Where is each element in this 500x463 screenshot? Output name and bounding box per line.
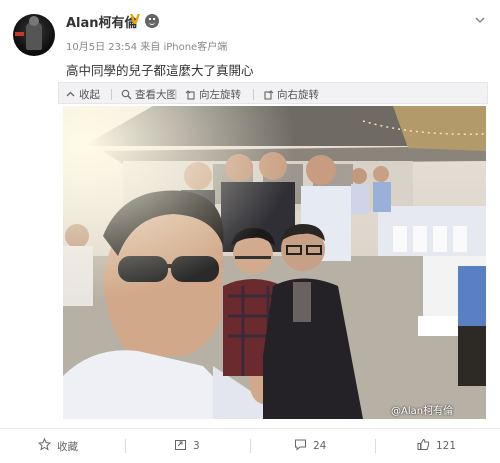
rotate-left-label: 向左旋转 [199, 88, 241, 101]
post-meta: 10月5日 23:54 来自 iPhone客户端 [66, 38, 227, 53]
post-footer: 收藏 3 24 121 [0, 428, 500, 463]
toolbar-divider [111, 88, 112, 100]
rotate-left-icon [185, 89, 196, 100]
footer-divider [250, 439, 251, 453]
weibo-post-card: Alan柯有倫 V 10月5日 23:54 来自 iPhone客户端 高中同學的… [0, 0, 500, 463]
favorite-label: 收藏 [57, 440, 78, 453]
thumbs-up-icon [417, 438, 430, 454]
rotate-right-label: 向右旋转 [277, 88, 319, 101]
rotate-right-button[interactable]: 向右旋转 [263, 86, 319, 102]
collapse-button[interactable]: 收起 [65, 86, 100, 102]
avatar[interactable] [13, 14, 55, 56]
avatar-figure [26, 16, 42, 50]
view-large-button[interactable]: 查看大图 [121, 86, 177, 102]
view-large-label: 查看大图 [135, 88, 177, 101]
post-photo[interactable] [63, 106, 486, 419]
username[interactable]: Alan柯有倫 [66, 12, 138, 31]
image-watermark: @Alan柯有倫 [391, 406, 454, 417]
verified-badge-icon: V [129, 13, 141, 28]
comment-button[interactable]: 24 [294, 438, 326, 454]
rotate-right-icon [263, 89, 274, 100]
collapse-label: 收起 [79, 88, 100, 101]
post-text: 高中同學的兒子都這麼大了真開心 [66, 63, 254, 78]
image-toolbar: 收起 查看大图 向左旋转 向右旋转 [58, 82, 488, 104]
footer-divider [375, 439, 376, 453]
magnifier-icon [121, 89, 132, 100]
comment-icon [294, 438, 307, 454]
like-button[interactable]: 121 [417, 438, 456, 454]
footer-divider [125, 439, 126, 453]
repost-icon [174, 438, 187, 454]
repost-count: 3 [193, 440, 200, 452]
avatar-red-tag [15, 32, 24, 36]
rotate-left-button[interactable]: 向左旋转 [185, 86, 241, 102]
star-icon [37, 437, 52, 454]
post-time[interactable]: 10月5日 23:54 [66, 42, 137, 53]
repost-button[interactable]: 3 [174, 438, 200, 454]
toolbar-divider [175, 88, 176, 100]
post-source: 来自 iPhone客户端 [140, 42, 228, 53]
collapse-icon [65, 89, 76, 100]
toolbar-divider [253, 88, 254, 100]
favorite-button[interactable]: 收藏 [37, 437, 78, 454]
chevron-down-icon[interactable] [474, 14, 486, 26]
like-count: 121 [436, 440, 457, 452]
mood-icon [145, 14, 159, 28]
comment-count: 24 [313, 440, 327, 452]
